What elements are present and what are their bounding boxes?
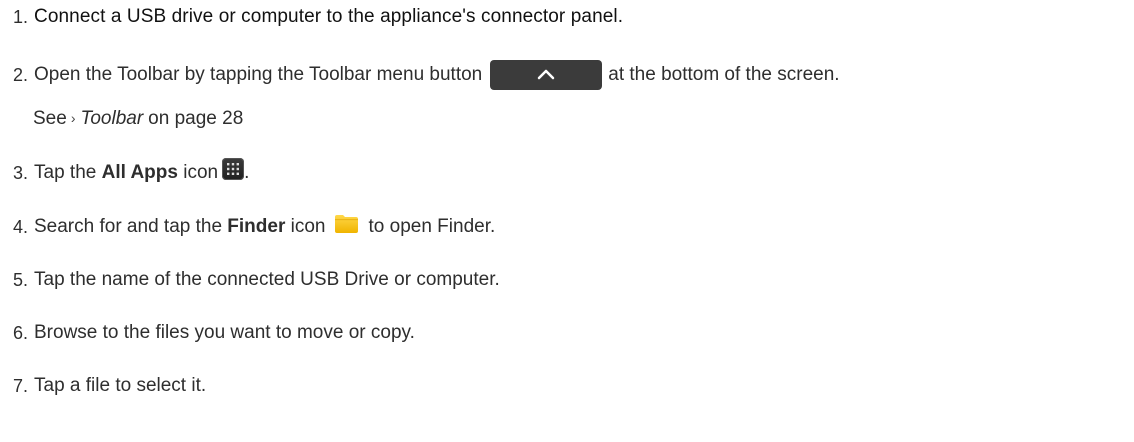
see-label: See [33,108,67,129]
step-text: Open the Toolbar by tapping the Toolbar … [34,64,483,85]
step-number: 7. [12,376,28,396]
step-text: Tap a file to select it. [34,375,207,396]
all-apps-label: All Apps [101,162,178,183]
toolbar-menu-button-icon [490,60,603,90]
step-number: 1. [12,7,28,27]
step-text: to open Finder. [368,216,496,237]
step-text: Tap the name of the connected USB Drive … [34,269,500,290]
page-reference: on page 28 [148,108,244,129]
finder-label: Finder [227,216,286,237]
step-3: 3. Tap the All Apps icon . [0,158,249,188]
step-text: . [244,162,250,183]
step-text: Connect a USB drive or computer to the a… [34,6,624,27]
step-text-cont: at the bottom of the screen. [608,64,840,85]
step-text: icon [177,162,219,183]
step-4: 4. Search for and tap the Finder icon to… [0,212,495,242]
chevron-right-icon: › [70,110,76,126]
step-5: 5. Tap the name of the connected USB Dri… [0,265,500,295]
instruction-steps: 1. Connect a USB drive or computer to th… [0,0,1134,442]
toolbar-link[interactable]: Toolbar [80,104,143,134]
step-text: Search for and tap the [34,216,228,237]
step-text: Browse to the files you want to move or … [34,322,415,343]
step-7: 7. Tap a file to select it. [0,371,206,401]
step-text: icon [285,216,326,237]
step-number: 5. [12,270,28,290]
see-also-reference: See › Toolbar on page 28 [33,104,243,134]
step-6: 6. Browse to the files you want to move … [0,318,415,348]
step-number: 6. [12,323,28,343]
step-number: 3. [12,163,28,183]
step-number: 2. [12,65,28,85]
step-number: 4. [12,217,28,237]
finder-folder-icon [334,214,359,234]
all-apps-icon [222,158,245,180]
step-2: 2. Open the Toolbar by tapping the Toolb… [0,60,840,90]
step-1: 1. Connect a USB drive or computer to th… [0,2,623,32]
step-text: Tap the [34,162,102,183]
